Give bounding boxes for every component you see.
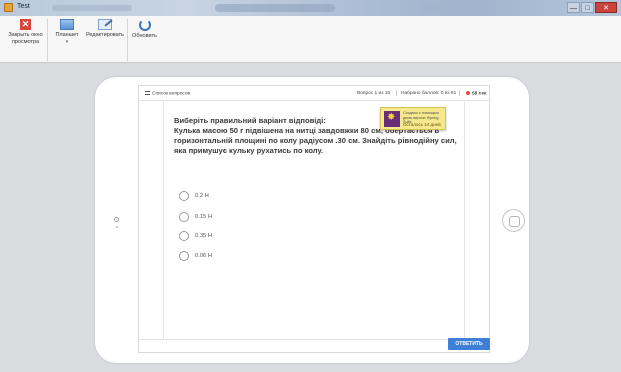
answer-label: 0.15 H xyxy=(195,214,213,220)
radio-button[interactable] xyxy=(179,251,189,261)
tablet-view-label: Планшет xyxy=(55,32,79,38)
dropdown-arrow-icon: ▾ xyxy=(65,38,69,45)
titlebar-blurred-text xyxy=(420,5,480,11)
titlebar-blurred-text xyxy=(52,5,132,11)
edit-icon xyxy=(98,19,112,30)
divider xyxy=(396,90,397,96)
window-controls: — □ ✕ xyxy=(567,2,617,14)
radio-button[interactable] xyxy=(179,191,189,201)
ribbon-toolbar: ✕ Закрыть окно просмотра Планшет ▾ Редак… xyxy=(0,16,621,63)
refresh-icon xyxy=(138,19,151,31)
question-area: Виберіть правильний варіант відповіді: К… xyxy=(163,101,465,339)
close-preview-button[interactable]: ✕ Закрыть окно просмотра xyxy=(4,19,48,61)
quiz-topbar: Список вопросов Вопрос 1 из 15 Набрано б… xyxy=(139,86,489,101)
window-title: Test xyxy=(17,3,30,10)
maximize-button[interactable]: □ xyxy=(581,2,594,13)
question-counter: Вопрос 1 из 15 xyxy=(357,91,391,96)
answer-label: 0.06 H xyxy=(195,253,213,259)
refresh-label: Обновить xyxy=(132,33,157,39)
radio-button[interactable] xyxy=(179,231,189,241)
edit-button[interactable]: Редактировать xyxy=(84,19,126,61)
answer-label: 0.2 H xyxy=(195,193,209,199)
timer: 58 сек xyxy=(466,91,486,96)
refresh-button[interactable]: Обновить xyxy=(127,19,161,61)
edit-label: Редактировать xyxy=(86,32,124,38)
question-text: Кулька масою 50 г підвішена на нитці зав… xyxy=(174,126,457,156)
questions-list-label: Список вопросов xyxy=(152,91,191,97)
divider xyxy=(459,90,460,96)
menu-icon xyxy=(145,91,150,95)
window-titlebar: Test — □ ✕ xyxy=(0,0,621,16)
tablet-view-button[interactable]: Планшет ▾ xyxy=(50,19,84,61)
app-icon xyxy=(4,3,13,12)
close-icon: ✕ xyxy=(20,19,31,30)
tablet-home-button[interactable] xyxy=(502,209,525,232)
tablet-camera xyxy=(114,217,119,222)
close-window-button[interactable]: ✕ xyxy=(595,2,617,13)
tablet-sensor xyxy=(116,226,118,228)
answer-label: 0.35 H xyxy=(195,233,213,239)
score-label: Набрано баллов: 0 из 91 xyxy=(401,91,457,96)
ispring-logo-icon xyxy=(384,111,400,127)
close-preview-label: Закрыть окно просмотра xyxy=(8,32,43,45)
timer-icon xyxy=(466,91,470,95)
tablet-icon xyxy=(60,19,74,30)
submit-button[interactable]: ОТВЕТИТЬ xyxy=(448,338,490,350)
demo-days-left: Осталось 14 дней xyxy=(403,122,441,127)
titlebar-blurred-text xyxy=(215,4,335,12)
questions-list-button[interactable]: Список вопросов xyxy=(145,91,190,96)
radio-button[interactable] xyxy=(179,212,189,222)
timer-value: 58 сек xyxy=(472,91,487,97)
quiz-bottombar xyxy=(139,339,489,353)
demo-notice: Создано с помощью демо-версии iSpring Su… xyxy=(380,107,446,130)
minimize-button[interactable]: — xyxy=(567,2,580,13)
